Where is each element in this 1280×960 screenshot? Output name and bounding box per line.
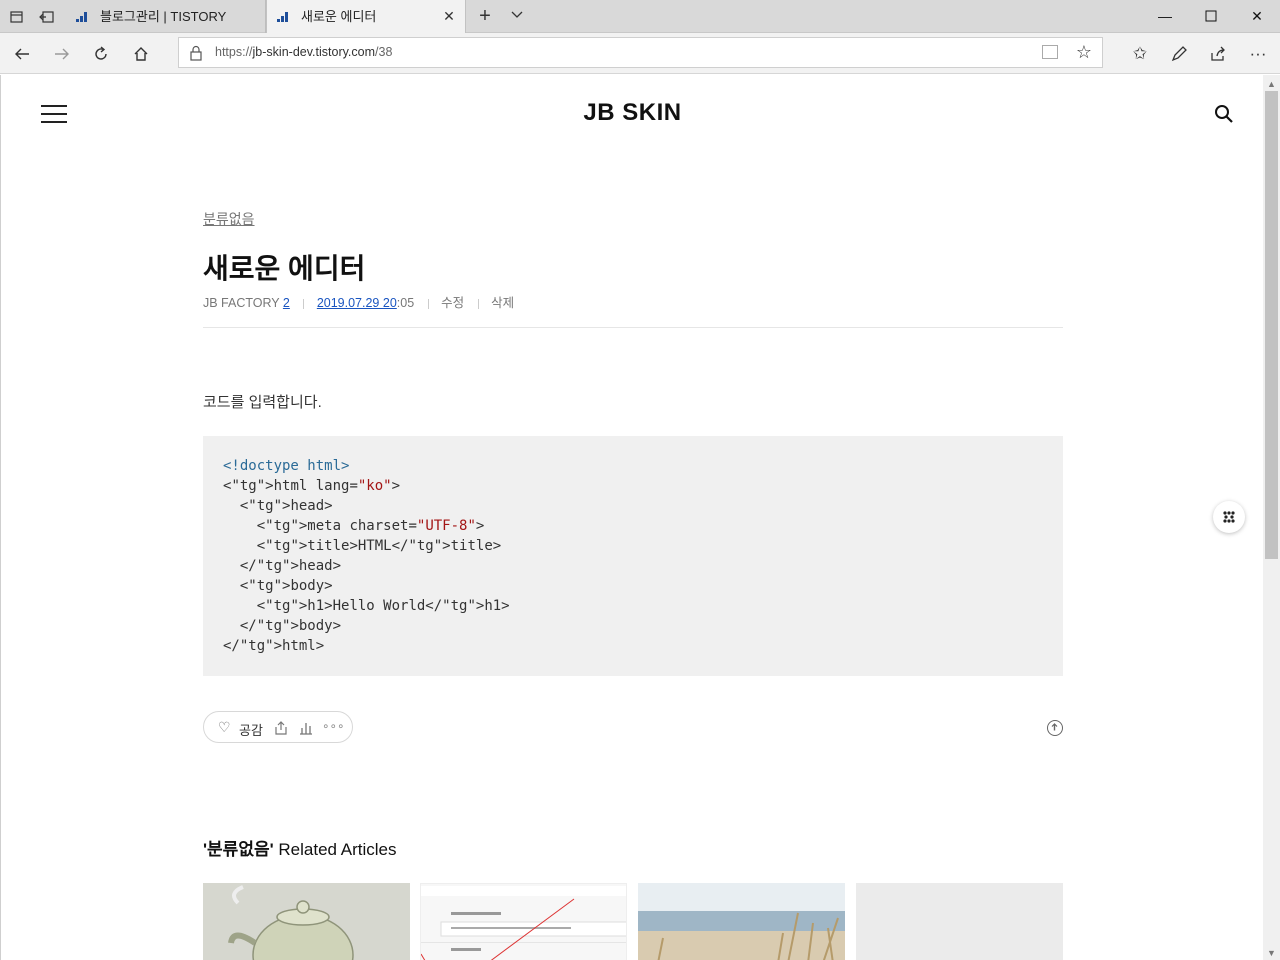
new-tab-icon[interactable]: +	[474, 6, 496, 28]
tistory-favicon-icon	[76, 10, 90, 24]
code-line: <!doctype html>	[223, 458, 350, 474]
set-aside-tabs-icon[interactable]	[38, 8, 56, 26]
more-options-icon[interactable]: ···	[1245, 41, 1271, 67]
code-line: <"tg">head>	[223, 498, 333, 514]
forward-arrow-icon[interactable]	[49, 41, 75, 67]
tab-title: 블로그관리 | TISTORY	[100, 9, 227, 24]
no-image-thumbnail	[856, 883, 1063, 960]
code-line: </"tg">body>	[223, 618, 342, 634]
comment-count-link[interactable]: 2	[283, 296, 290, 310]
tab-title: 새로운 에디터	[301, 9, 377, 24]
divider	[203, 327, 1063, 328]
code-line: <"tg">html lang="ko">	[223, 478, 401, 494]
refresh-icon[interactable]	[88, 41, 114, 67]
navigation-bar: https://jb-skin-dev.tistory.com/38 ☆ ✩ ·…	[0, 33, 1280, 74]
post-author: JB FACTORY	[203, 296, 280, 310]
post-category-link[interactable]: 분류없음	[203, 209, 255, 229]
stats-icon[interactable]	[298, 720, 314, 736]
code-line: </"tg">html>	[223, 638, 325, 654]
maximize-icon[interactable]	[1188, 0, 1234, 33]
dots-grid-icon	[1223, 511, 1235, 523]
close-tab-icon[interactable]: ✕	[441, 8, 457, 24]
home-icon[interactable]	[128, 41, 154, 67]
tab-blog-admin[interactable]: 블로그관리 | TISTORY	[66, 0, 266, 33]
info-icon[interactable]	[1047, 720, 1063, 736]
search-icon[interactable]	[1214, 104, 1234, 124]
code-line: <"tg">h1>Hello World</"tg">h1>	[223, 598, 510, 614]
scroll-up-icon[interactable]: ▲	[1267, 79, 1276, 89]
code-line: </"tg">head>	[223, 558, 342, 574]
tab-bar: 블로그관리 | TISTORY 새로운 에디터 ✕ + — ✕	[0, 0, 1280, 34]
screenshot-thumbnail	[421, 884, 626, 960]
edit-link[interactable]: 수정	[441, 296, 464, 310]
scrollbar-thumb[interactable]	[1265, 91, 1278, 559]
share-icon[interactable]	[273, 720, 289, 736]
post-date-rest: :05	[396, 296, 415, 310]
minimize-icon[interactable]: —	[1142, 0, 1188, 33]
beach-thumbnail	[638, 883, 845, 960]
related-articles-heading: '분류없음' Related Articles	[203, 840, 397, 859]
like-button[interactable]: 공감	[239, 720, 263, 739]
heart-icon[interactable]: ♡	[218, 719, 231, 735]
code-block: <!doctype html> <"tg">html lang="ko"> <"t…	[203, 436, 1063, 676]
post-date-link[interactable]: 2019.07.29 20	[317, 296, 397, 310]
related-article-card[interactable]	[420, 883, 627, 960]
apps-menu-button[interactable]	[1213, 501, 1245, 533]
url-text[interactable]: https://jb-skin-dev.tistory.com/38	[215, 38, 392, 67]
reaction-bar: ♡ 공감 ∘∘∘	[203, 711, 353, 743]
more-icon[interactable]: ∘∘∘	[322, 719, 345, 735]
related-article-card[interactable]	[203, 883, 410, 960]
chevron-down-icon[interactable]	[506, 6, 528, 28]
site-title[interactable]: JB SKIN	[1, 99, 1263, 127]
back-arrow-icon[interactable]	[9, 41, 35, 67]
tistory-favicon-icon	[277, 10, 291, 24]
lock-icon	[189, 45, 203, 61]
window-close-icon[interactable]: ✕	[1234, 0, 1280, 33]
pen-icon[interactable]	[1166, 41, 1192, 67]
scroll-down-icon[interactable]: ▼	[1267, 948, 1276, 958]
favorites-icon[interactable]: ✩	[1127, 41, 1153, 67]
code-line: <"tg">meta charset="UTF-8">	[223, 518, 485, 534]
related-article-card[interactable]	[856, 883, 1063, 960]
reading-view-icon[interactable]	[1042, 45, 1058, 59]
post-body-text: 코드를 입력합니다.	[203, 394, 322, 411]
teapot-thumbnail	[203, 883, 410, 960]
post-title: 새로운 에디터	[203, 253, 366, 284]
tab-new-editor[interactable]: 새로운 에디터 ✕	[266, 0, 466, 34]
related-article-card[interactable]	[638, 883, 845, 960]
favorite-star-icon[interactable]: ☆	[1076, 42, 1092, 62]
vertical-scrollbar[interactable]: ▲ ▼	[1263, 75, 1280, 960]
code-line: <"tg">title>HTML</"tg">title>	[223, 538, 502, 554]
share-icon[interactable]	[1205, 41, 1231, 67]
web-page: JB SKIN 분류없음 새로운 에디터 JB FACTORY 2 2019.0…	[0, 75, 1263, 960]
address-bar[interactable]: https://jb-skin-dev.tistory.com/38 ☆	[178, 37, 1103, 68]
post-meta: JB FACTORY 2 2019.07.29 20:05 수정 삭제	[203, 292, 514, 311]
delete-link[interactable]: 삭제	[491, 296, 514, 310]
code-line: <"tg">body>	[223, 578, 333, 594]
tab-list-icon[interactable]	[8, 8, 26, 26]
